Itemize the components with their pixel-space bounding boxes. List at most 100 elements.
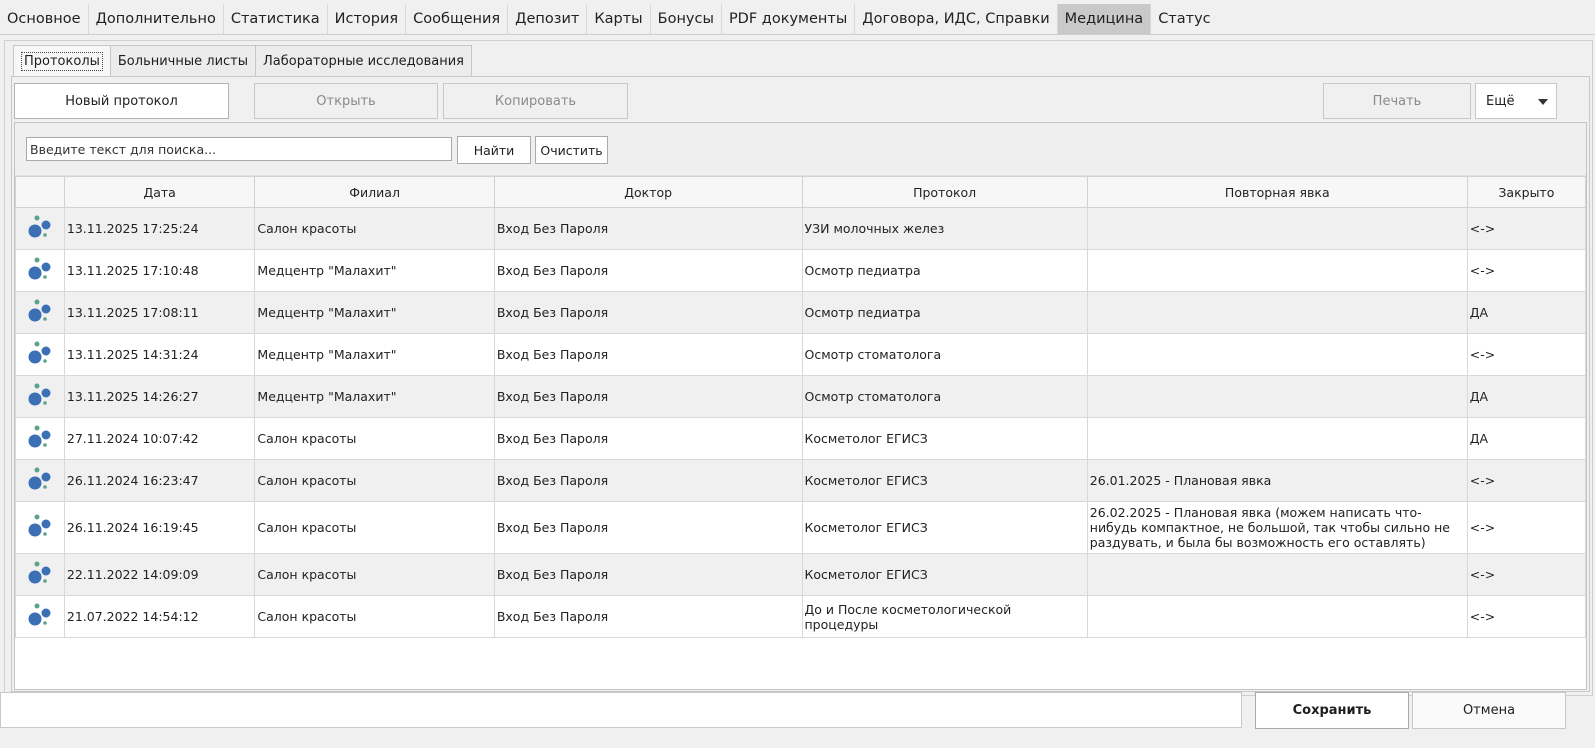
cell-branch: Медцентр "Малахит"	[254, 291, 495, 334]
row-icon-cell	[15, 501, 65, 554]
clear-button[interactable]: Очистить	[535, 136, 608, 164]
cell-date: 13.11.2025 14:26:27	[63, 375, 256, 418]
cell-protocol: Косметолог ЕГИСЗ	[801, 459, 1088, 502]
cell-date: 13.11.2025 14:31:24	[63, 333, 256, 376]
cell-date: 13.11.2025 17:25:24	[63, 207, 256, 250]
tab-protocols[interactable]: Протоколы	[13, 45, 111, 77]
cell-doctor: Вход Без Пароля	[493, 207, 803, 250]
cell-branch: Салон красоты	[254, 417, 495, 460]
bubbles-icon	[26, 298, 54, 324]
tab-istoriya[interactable]: История	[328, 4, 407, 34]
column-header-doctor[interactable]: Доктор	[493, 176, 803, 208]
table-row[interactable]: 13.11.2025 17:10:48 Медцентр "Малахит" В…	[15, 249, 1587, 292]
tab-lab-tests[interactable]: Лабораторные исследования	[255, 45, 472, 77]
row-icon-cell	[15, 553, 65, 596]
cell-branch: Медцентр "Малахит"	[254, 249, 495, 292]
search-input[interactable]	[26, 137, 452, 161]
tab-pdf-dokumenty[interactable]: PDF документы	[722, 4, 856, 34]
table-row[interactable]: 13.11.2025 17:08:11 Медцентр "Малахит" В…	[15, 291, 1587, 334]
cell-doctor: Вход Без Пароля	[493, 375, 803, 418]
cell-branch: Салон красоты	[254, 207, 495, 250]
table-row[interactable]: 21.07.2022 14:54:12 Салон красоты Вход Б…	[15, 595, 1587, 638]
cell-protocol: Осмотр стоматолога	[801, 375, 1088, 418]
tab-dogovora[interactable]: Договора, ИДС, Справки	[855, 4, 1058, 34]
cell-closed: <->	[1466, 249, 1587, 292]
bubbles-icon	[26, 214, 54, 240]
tab-soobshcheniya[interactable]: Сообщения	[406, 4, 509, 34]
cell-branch: Салон красоты	[254, 501, 495, 554]
row-icon-cell	[15, 595, 65, 638]
table-row[interactable]: 13.11.2025 14:26:27 Медцентр "Малахит" В…	[15, 375, 1587, 418]
tab-statistika[interactable]: Статистика	[224, 4, 328, 34]
column-header-closed[interactable]: Закрыто	[1466, 176, 1587, 208]
table-row[interactable]: 26.11.2024 16:23:47 Салон красоты Вход Б…	[15, 459, 1587, 502]
table-row[interactable]: 27.11.2024 10:07:42 Салон красоты Вход Б…	[15, 417, 1587, 460]
cell-date: 27.11.2024 10:07:42	[63, 417, 256, 460]
table-row[interactable]: 22.11.2022 14:09:09 Салон красоты Вход Б…	[15, 553, 1587, 596]
cell-protocol: Косметолог ЕГИСЗ	[801, 417, 1088, 460]
protocols-grid: Найти Очистить Дата Филиал Доктор Проток…	[14, 122, 1587, 690]
table-row[interactable]: 13.11.2025 14:31:24 Медцентр "Малахит" В…	[15, 333, 1587, 376]
row-icon-cell	[15, 291, 65, 334]
tab-bonusy[interactable]: Бонусы	[651, 4, 722, 34]
tab-osnovnoe[interactable]: Основное	[0, 4, 89, 34]
cell-closed: <->	[1466, 501, 1587, 554]
more-dropdown[interactable]: Ещё	[1475, 83, 1557, 119]
cell-doctor: Вход Без Пароля	[493, 553, 803, 596]
column-header-branch[interactable]: Филиал	[254, 176, 495, 208]
bubbles-icon	[26, 382, 54, 408]
copy-button[interactable]: Копировать	[443, 83, 628, 119]
table-row[interactable]: 13.11.2025 17:25:24 Салон красоты Вход Б…	[15, 207, 1587, 250]
cell-date: 21.07.2022 14:54:12	[63, 595, 256, 638]
table-header: Дата Филиал Доктор Протокол Повторная яв…	[15, 176, 1587, 208]
bubbles-icon	[26, 340, 54, 366]
tab-sick-leaves[interactable]: Больничные листы	[109, 45, 256, 77]
cell-protocol: Косметолог ЕГИСЗ	[801, 553, 1088, 596]
save-button[interactable]: Сохранить	[1255, 692, 1409, 729]
row-icon-cell	[15, 333, 65, 376]
open-button[interactable]: Открыть	[254, 83, 438, 119]
row-icon-cell	[15, 207, 65, 250]
find-button[interactable]: Найти	[457, 136, 531, 164]
cell-doctor: Вход Без Пароля	[493, 501, 803, 554]
cell-closed: ДА	[1466, 291, 1587, 334]
tab-dopolnitelno[interactable]: Дополнительно	[89, 4, 224, 34]
cell-protocol: Осмотр педиатра	[801, 249, 1088, 292]
cell-date: 26.11.2024 16:19:45	[63, 501, 256, 554]
protocols-content: Новый протокол Открыть Копировать Печать…	[11, 76, 1590, 692]
new-protocol-button[interactable]: Новый протокол	[14, 83, 229, 119]
tab-protocols-label: Протоколы	[21, 52, 103, 71]
cell-protocol: Осмотр педиатра	[801, 291, 1088, 334]
status-field	[0, 692, 1242, 728]
cancel-button[interactable]: Отмена	[1412, 692, 1566, 729]
column-header-revisit[interactable]: Повторная явка	[1086, 176, 1468, 208]
protocols-table: Дата Филиал Доктор Протокол Повторная яв…	[15, 176, 1587, 638]
row-icon-cell	[15, 417, 65, 460]
cell-branch: Салон красоты	[254, 595, 495, 638]
print-button[interactable]: Печать	[1323, 83, 1471, 119]
main-tab-bar: Основное Дополнительно Статистика Истори…	[0, 4, 1595, 35]
cell-protocol: Косметолог ЕГИСЗ	[801, 501, 1088, 554]
cell-doctor: Вход Без Пароля	[493, 595, 803, 638]
bubbles-icon	[26, 602, 54, 628]
cell-protocol: УЗИ молочных желез	[801, 207, 1088, 250]
cell-revisit: 26.02.2025 - Плановая явка (можем написа…	[1086, 501, 1468, 554]
cell-date: 13.11.2025 17:08:11	[63, 291, 256, 334]
table-row[interactable]: 26.11.2024 16:19:45 Салон красоты Вход Б…	[15, 501, 1587, 554]
cell-doctor: Вход Без Пароля	[493, 333, 803, 376]
bubbles-icon	[26, 256, 54, 282]
column-header-protocol[interactable]: Протокол	[801, 176, 1088, 208]
cell-branch: Медцентр "Малахит"	[254, 333, 495, 376]
tab-karty[interactable]: Карты	[587, 4, 651, 34]
cell-closed: <->	[1466, 333, 1587, 376]
cell-revisit: 26.01.2025 - Плановая явка	[1086, 459, 1468, 502]
column-header-date[interactable]: Дата	[63, 176, 256, 208]
cell-revisit	[1086, 207, 1468, 250]
medicine-panel: Протоколы Больничные листы Лабораторные …	[4, 40, 1593, 696]
bubbles-icon	[26, 424, 54, 450]
tab-meditsina[interactable]: Медицина	[1057, 4, 1152, 34]
tab-status[interactable]: Статус	[1151, 4, 1217, 34]
tab-depozit[interactable]: Депозит	[508, 4, 588, 34]
cell-closed: <->	[1466, 207, 1587, 250]
icon-column-header[interactable]	[15, 176, 65, 208]
